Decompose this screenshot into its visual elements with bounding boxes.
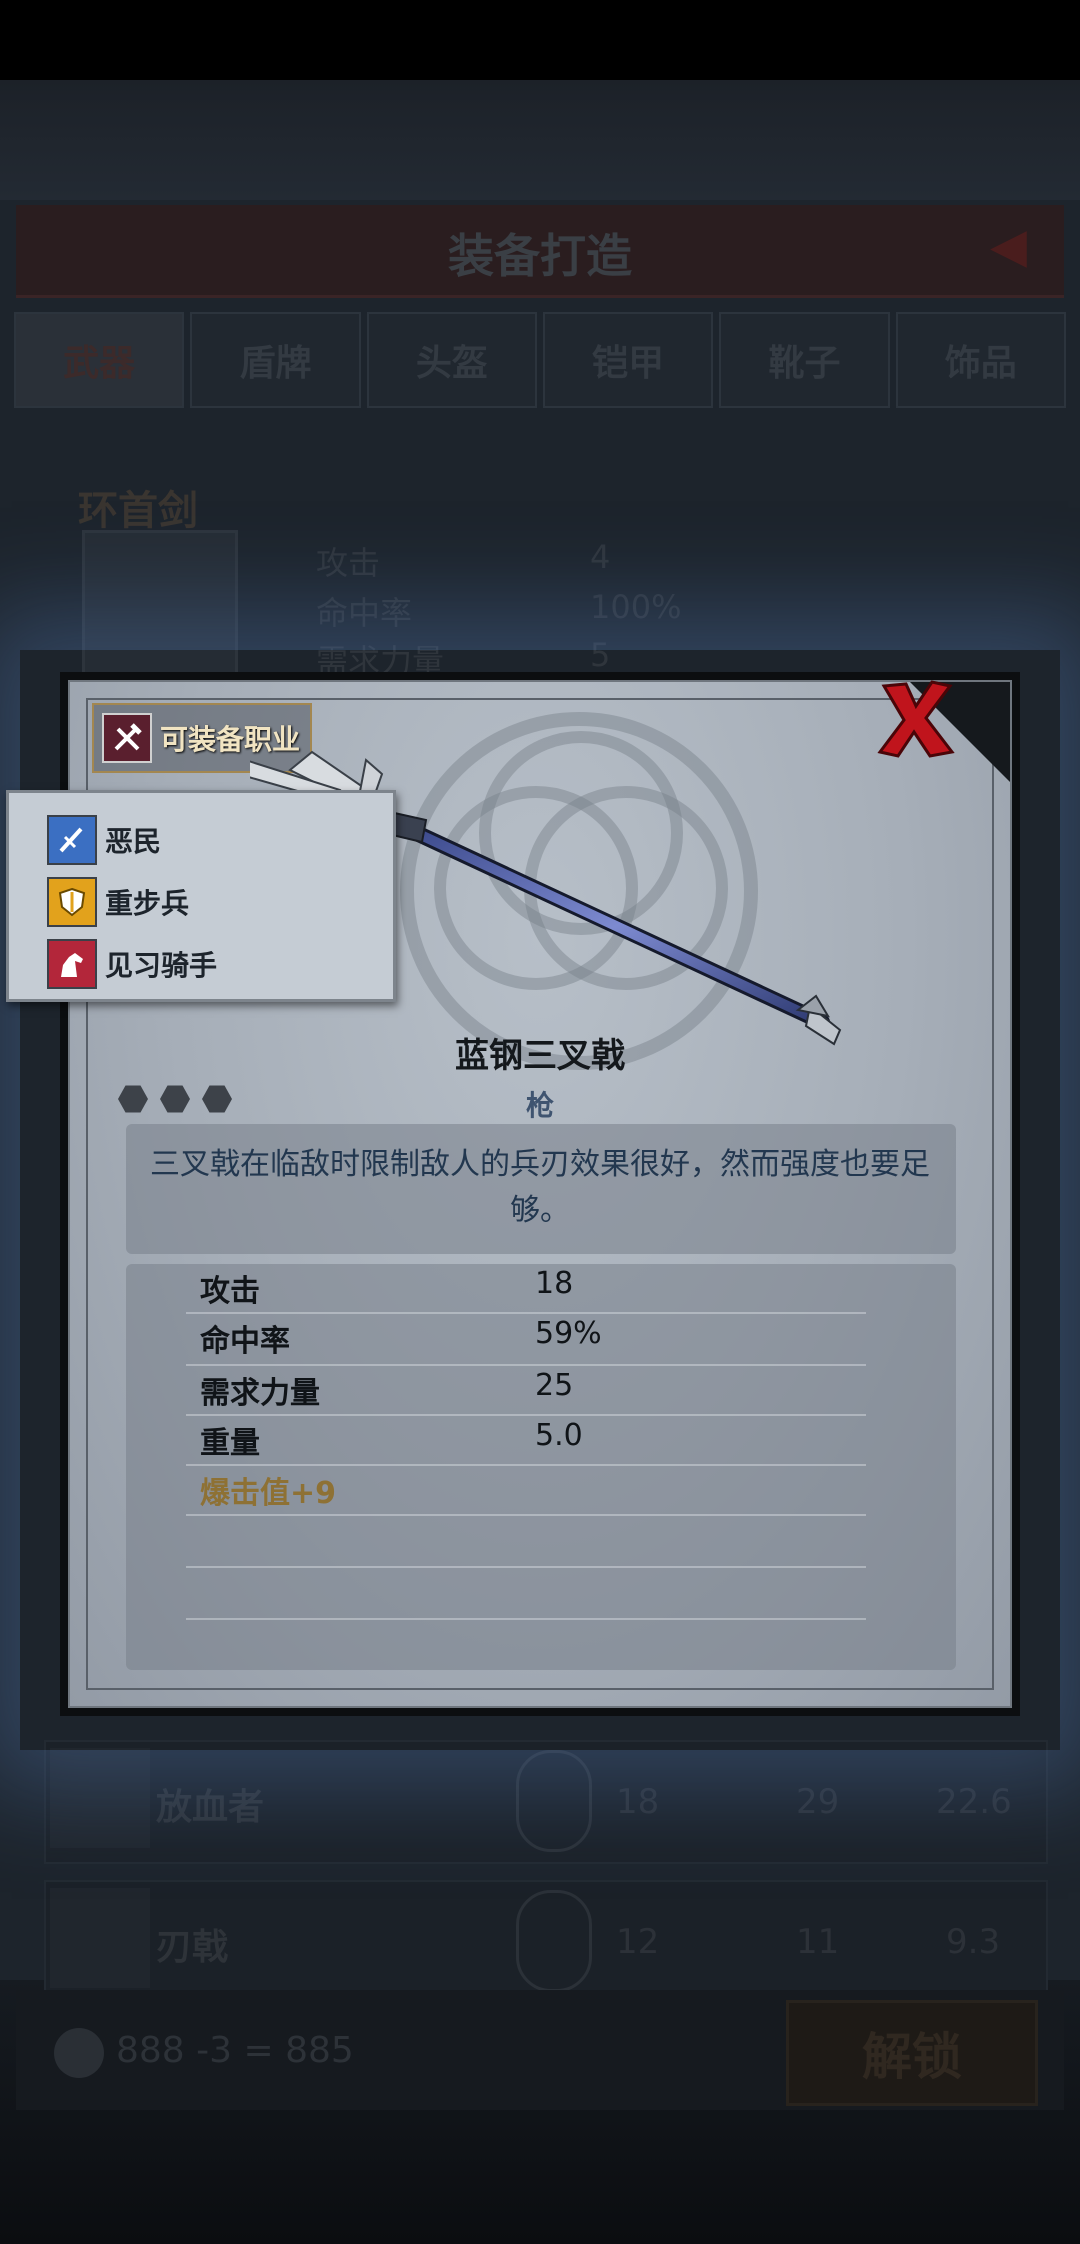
list-item-name: 放血者 <box>156 1787 265 1828</box>
class-name: 重步兵 <box>105 887 190 920</box>
back-arrow-icon[interactable]: ◀ <box>990 218 1027 274</box>
tab-helmet[interactable]: 头盔 <box>366 312 537 408</box>
status-bar <box>0 0 1080 80</box>
shield-icon <box>47 877 97 927</box>
coin-icon <box>54 2028 104 2078</box>
bg-stat-label: 攻击 <box>316 544 381 582</box>
tab-shield[interactable]: 盾牌 <box>190 312 361 408</box>
stat-label: 重量 <box>200 1426 260 1461</box>
item-name: 蓝钢三叉戟 <box>455 1036 625 1076</box>
stat-divider <box>186 1364 866 1366</box>
list-item-value: 29 <box>796 1782 840 1822</box>
list-item-name: 刃戟 <box>156 1927 229 1968</box>
currency-text: 888 -3 = 885 <box>116 2030 354 2071</box>
bg-stat-value: 100% <box>590 588 682 626</box>
tab-boots[interactable]: 靴子 <box>719 312 890 408</box>
stat-label: 攻击 <box>200 1274 260 1309</box>
screen: 装备打造 ◀ 武器 盾牌 头盔 铠甲 靴子 饰品 环首剑 攻击 4 命中率 10… <box>0 0 1080 2244</box>
list-item-value: 9.3 <box>946 1922 1001 1962</box>
weapon-icon <box>50 1748 150 1848</box>
close-icon[interactable] <box>872 676 958 762</box>
tab-armor[interactable]: 铠甲 <box>542 312 714 408</box>
stat-divider <box>186 1618 866 1620</box>
tab-accessory[interactable]: 饰品 <box>895 312 1066 408</box>
list-item-value: 11 <box>796 1922 840 1962</box>
tab-weapon[interactable]: 武器 <box>14 312 185 408</box>
lock-icon <box>516 1750 592 1852</box>
lock-icon <box>516 1890 592 1992</box>
bonus-stat: 爆击值+9 <box>200 1476 337 1511</box>
weapon-icon <box>50 1888 150 1988</box>
stat-value: 59% <box>535 1316 602 1351</box>
background-band <box>0 80 1080 200</box>
list-item[interactable]: 刃戟 12 11 9.3 <box>44 1880 1048 2004</box>
stat-divider <box>186 1566 866 1568</box>
class-item-rogue: 恶民 <box>47 815 161 865</box>
class-name: 恶民 <box>105 825 162 858</box>
class-popup: 恶民 重步兵 见习骑手 <box>6 790 396 1002</box>
class-item-apprentice-rider: 见习骑手 <box>47 939 217 989</box>
category-tabs: 武器 盾牌 头盔 铠甲 靴子 饰品 <box>14 312 1066 408</box>
rarity-hex-icon <box>118 1085 148 1113</box>
list-item-value: 18 <box>616 1782 660 1822</box>
rarity-hex-icon <box>160 1085 190 1113</box>
stat-divider <box>186 1414 866 1416</box>
stat-value: 25 <box>535 1368 574 1403</box>
list-item[interactable]: 放血者 18 29 22.6 <box>44 1740 1048 1864</box>
horse-icon <box>47 939 97 989</box>
crossed-tools-icon <box>102 713 152 763</box>
class-item-heavy-infantry: 重步兵 <box>47 877 189 927</box>
class-name: 见习骑手 <box>105 949 218 982</box>
bg-stat-value: 4 <box>590 538 611 576</box>
stat-divider <box>186 1464 866 1466</box>
unlock-button[interactable]: 解锁 <box>786 2000 1038 2106</box>
current-item-name: 环首剑 <box>78 488 198 534</box>
bg-stat-label: 命中率 <box>316 594 413 632</box>
stat-value: 18 <box>535 1266 574 1301</box>
stat-label: 命中率 <box>200 1324 290 1359</box>
list-item-value: 22.6 <box>936 1782 1012 1822</box>
stat-divider <box>186 1312 866 1314</box>
stat-label: 需求力量 <box>200 1376 320 1411</box>
stat-value: 5.0 <box>535 1418 583 1453</box>
rarity-indicator <box>118 1084 232 1114</box>
page-title: 装备打造 <box>448 229 632 283</box>
stat-divider <box>186 1514 866 1516</box>
list-item-value: 12 <box>616 1922 660 1962</box>
item-description: 三叉戟在临敌时限制敌人的兵刃效果很好，然而强度也要足够。 <box>150 1147 930 1228</box>
sword-icon <box>47 815 97 865</box>
rarity-hex-icon <box>202 1085 232 1113</box>
